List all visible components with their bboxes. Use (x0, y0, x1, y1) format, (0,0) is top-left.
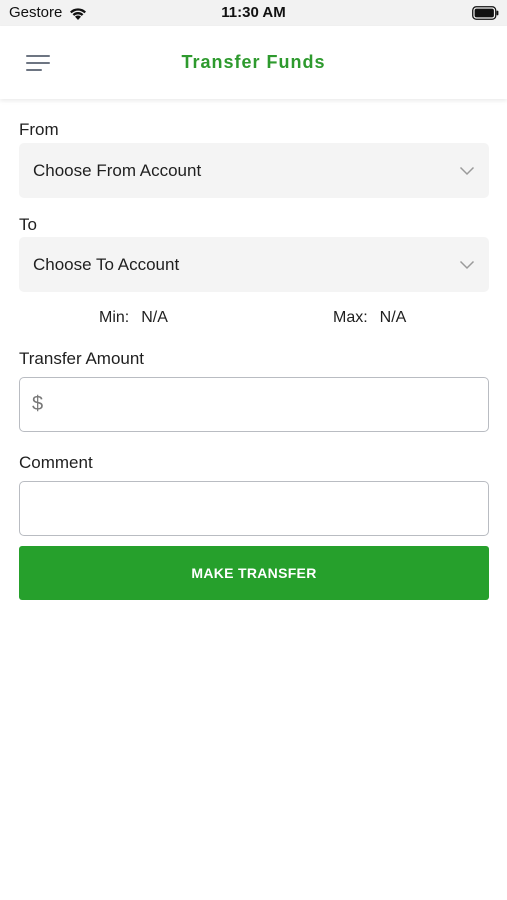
make-transfer-button[interactable]: MAKE TRANSFER (19, 546, 489, 600)
from-account-select[interactable]: Choose From Account (19, 143, 489, 198)
min-label: Min: (99, 309, 130, 326)
transfer-amount-field[interactable]: $ (19, 377, 489, 432)
battery-icon (472, 6, 499, 20)
to-account-select[interactable]: Choose To Account (19, 237, 489, 292)
comment-input[interactable] (32, 482, 476, 535)
transfer-amount-label: Transfer Amount (19, 349, 145, 368)
chevron-down-icon (459, 166, 475, 175)
chevron-down-icon (459, 260, 475, 269)
from-label: From (19, 120, 59, 139)
to-label: To (19, 215, 37, 234)
nav-header: Transfer Funds (0, 26, 507, 99)
max-value: N/A (379, 309, 407, 326)
from-account-value: Choose From Account (33, 160, 202, 180)
status-bar: Gestore 11:30 AM (0, 0, 507, 26)
comment-label: Comment (19, 453, 93, 472)
to-account-value: Choose To Account (33, 254, 180, 274)
transfer-limits: Min: N/A Max: N/A (19, 292, 489, 348)
transfer-form: From Choose From Account To Choose To Ac… (19, 119, 489, 600)
transfer-amount-input[interactable] (43, 378, 476, 431)
max-label: Max: (333, 309, 368, 326)
max-limit: Max: N/A (333, 309, 406, 327)
status-time: 11:30 AM (221, 4, 286, 21)
min-value: N/A (141, 309, 168, 326)
currency-prefix: $ (32, 393, 44, 415)
comment-field[interactable] (19, 481, 489, 536)
min-limit: Min: N/A (99, 309, 168, 327)
page-title: Transfer Funds (181, 52, 326, 72)
